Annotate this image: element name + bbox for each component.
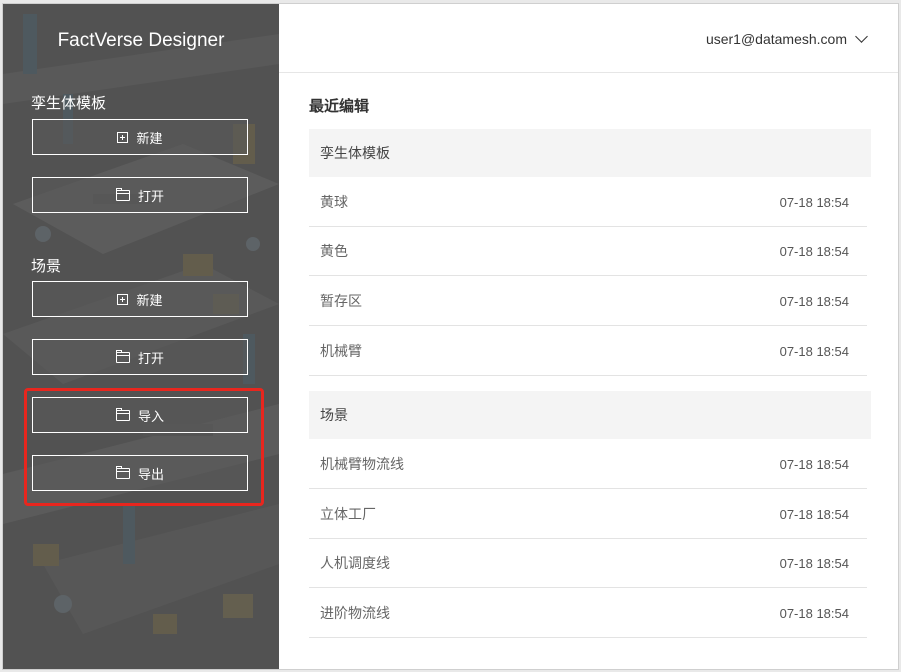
folder-icon (115, 408, 130, 421)
folder-icon (115, 466, 130, 479)
item-name: 机械臂物流线 (320, 457, 404, 473)
group-header-scene: 场景 (309, 391, 871, 439)
user-email: user1@datamesh.com (705, 31, 847, 47)
section-label-scene: 场景 (31, 257, 62, 275)
item-time: 07-18 18:54 (779, 293, 849, 309)
sidebar: FactVerse Designer 孪生体模板 新建 打开 场景 新建 打开 … (3, 4, 279, 669)
list-item[interactable]: 黄球 07-18 18:54 (309, 178, 867, 227)
list-item[interactable]: 暂存区 07-18 18:54 (309, 277, 867, 326)
folder-icon (115, 350, 130, 363)
scene-import-button[interactable]: 导入 (32, 397, 248, 433)
page-title: 最近编辑 (309, 97, 370, 115)
app-window: FactVerse Designer 孪生体模板 新建 打开 场景 新建 打开 … (2, 3, 899, 670)
item-time: 07-18 18:54 (779, 555, 849, 571)
item-time: 07-18 18:54 (779, 456, 849, 472)
item-time: 07-18 18:54 (779, 506, 849, 522)
app-brand: FactVerse Designer (57, 30, 225, 51)
scene-export-button[interactable]: 导出 (32, 455, 248, 491)
item-time: 07-18 18:54 (779, 243, 849, 259)
folder-icon (115, 188, 130, 201)
button-label: 新建 (136, 131, 163, 147)
item-name: 黄球 (320, 195, 348, 211)
item-name: 立体工厂 (320, 507, 376, 523)
item-time: 07-18 18:54 (779, 343, 849, 359)
button-label: 打开 (137, 351, 164, 367)
list-item[interactable]: 黄色 07-18 18:54 (309, 227, 867, 276)
list-item[interactable]: 人机调度线 07-18 18:54 (309, 539, 867, 588)
list-item[interactable]: 立体工厂 07-18 18:54 (309, 490, 867, 539)
chevron-down-icon (855, 30, 868, 43)
template-new-button[interactable]: 新建 (32, 119, 248, 155)
button-label: 新建 (136, 293, 163, 309)
item-time: 07-18 18:54 (779, 194, 849, 210)
item-name: 人机调度线 (320, 556, 390, 572)
list-item[interactable]: 机械臂物流线 07-18 18:54 (309, 440, 867, 489)
plus-square-icon (117, 131, 129, 143)
item-name: 黄色 (320, 244, 348, 260)
user-menu[interactable]: user1@datamesh.com (705, 30, 868, 47)
plus-square-icon (117, 293, 129, 305)
section-label-template: 孪生体模板 (31, 94, 107, 112)
top-header: user1@datamesh.com (279, 4, 898, 73)
template-open-button[interactable]: 打开 (32, 177, 248, 213)
item-name: 机械臂 (320, 344, 362, 360)
item-time: 07-18 18:54 (779, 605, 849, 621)
item-name: 暂存区 (320, 294, 362, 310)
group-header-template: 孪生体模板 (309, 129, 871, 177)
button-label: 导入 (137, 409, 164, 425)
button-label: 导出 (137, 467, 164, 483)
scene-new-button[interactable]: 新建 (32, 281, 248, 317)
button-label: 打开 (137, 189, 164, 205)
list-item[interactable]: 进阶物流线 07-18 18:54 (309, 589, 867, 638)
list-item[interactable]: 机械臂 07-18 18:54 (309, 327, 867, 376)
scene-open-button[interactable]: 打开 (32, 339, 248, 375)
item-name: 进阶物流线 (320, 606, 390, 622)
